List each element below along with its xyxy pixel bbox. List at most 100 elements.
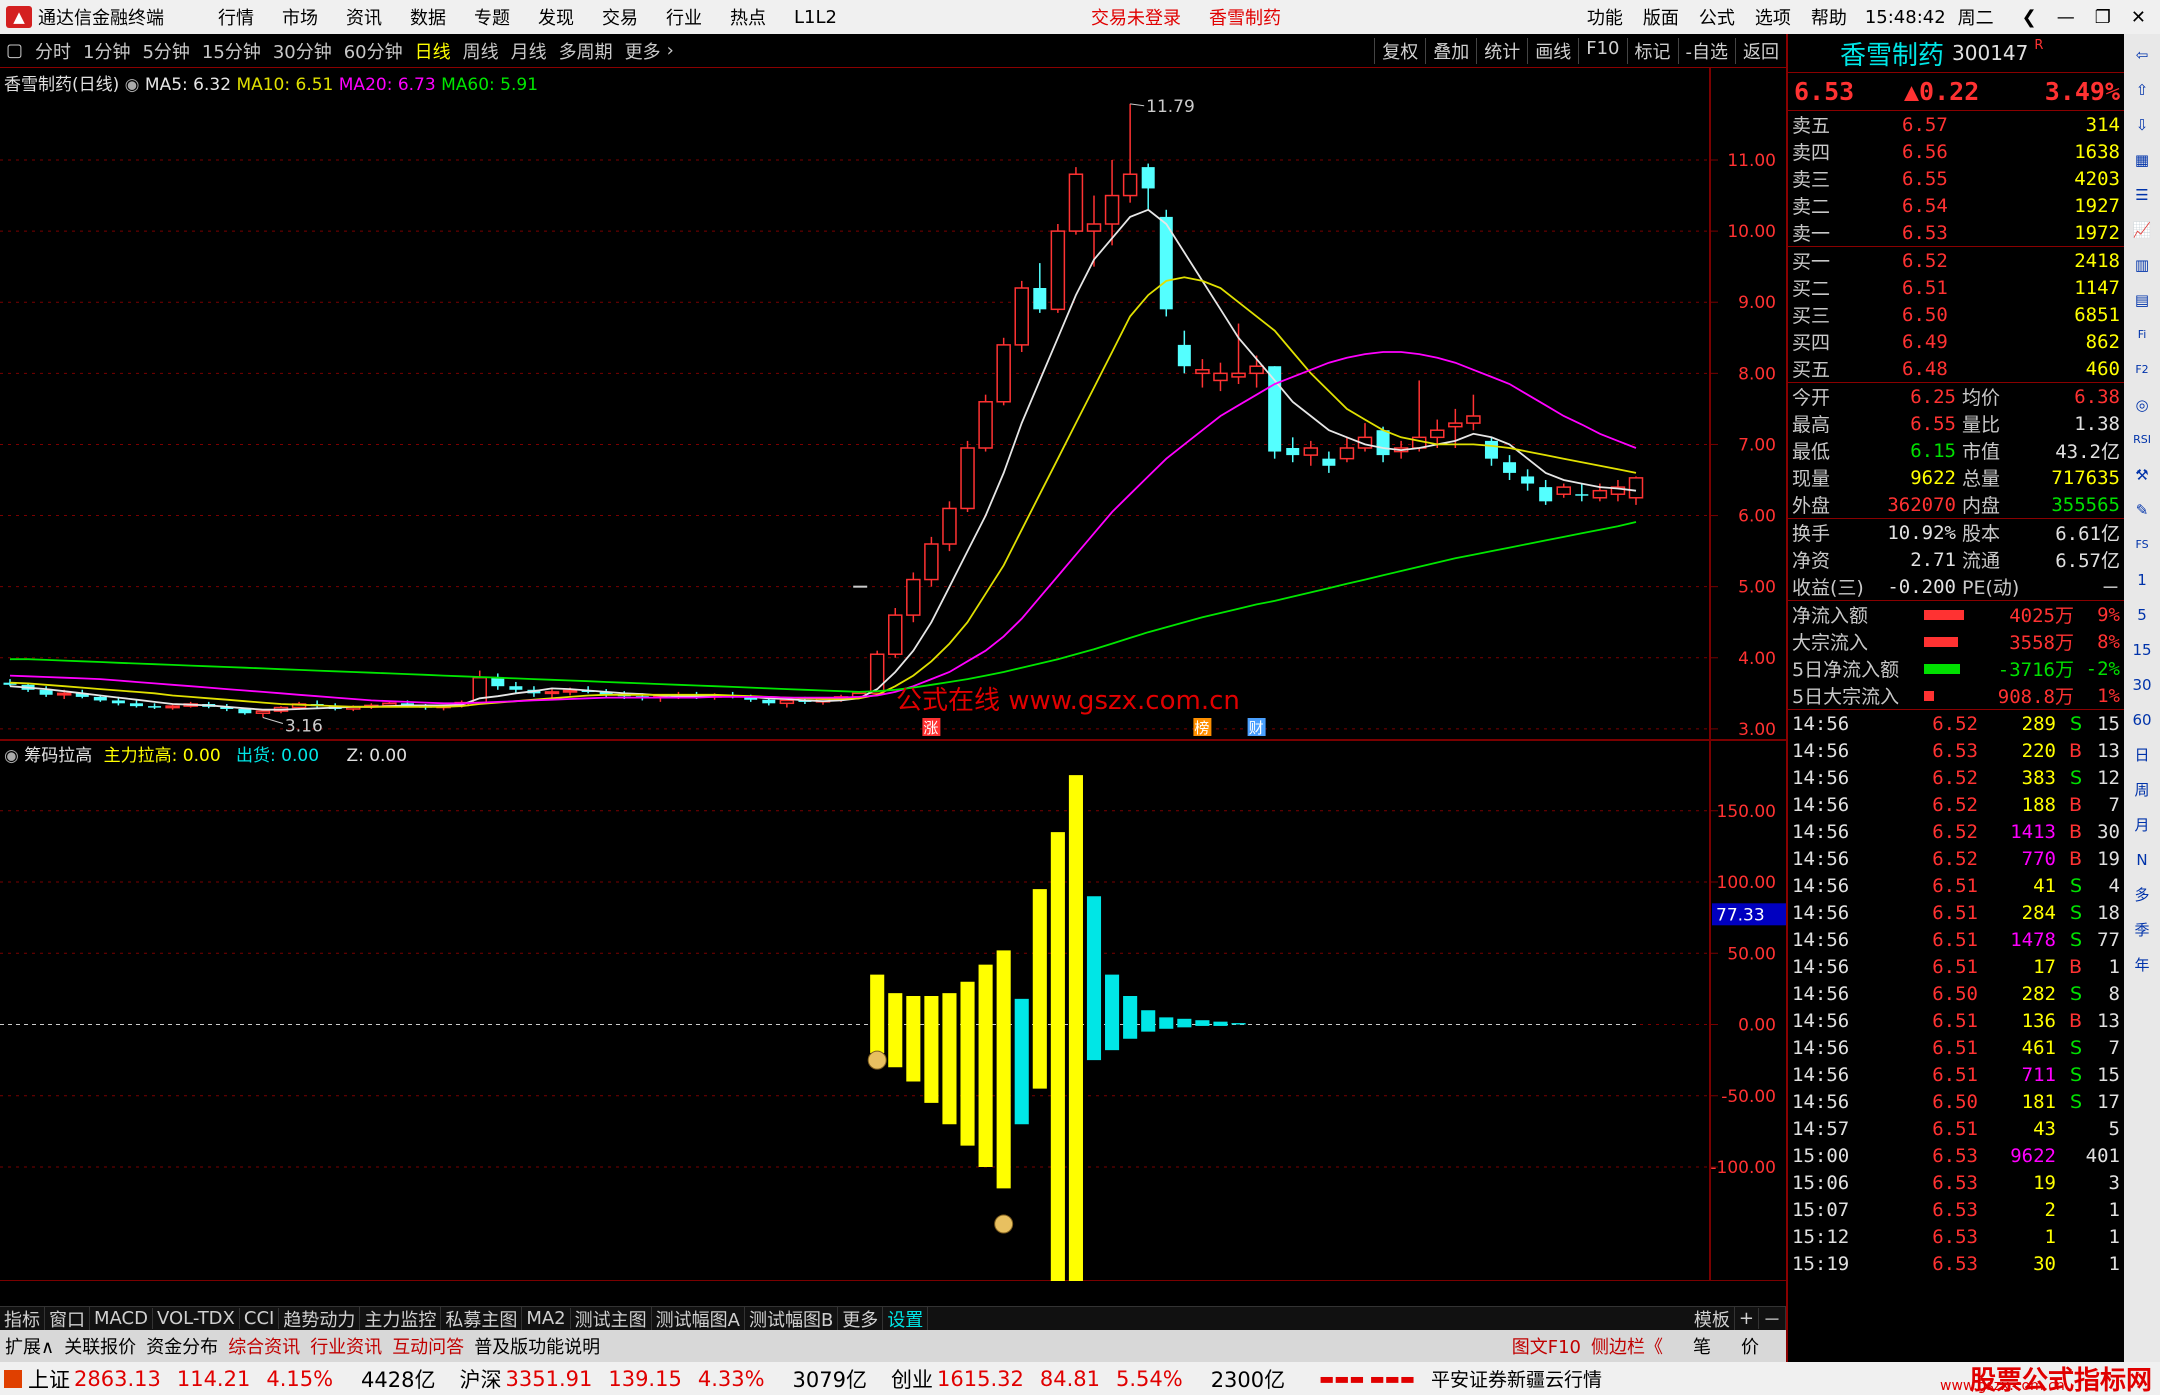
- back-icon[interactable]: ❮: [2022, 7, 2037, 28]
- tick-row[interactable]: 14:56 6.52 383 S 12: [1788, 764, 2124, 791]
- tick-row[interactable]: 14:56 6.51 711 S 15: [1788, 1061, 2124, 1088]
- stat-row[interactable]: 外盘 362070 内盘 355565: [1788, 491, 2124, 518]
- ext-侧边栏[interactable]: 侧边栏《: [1586, 1333, 1668, 1359]
- candle-icon[interactable]: ▥: [2128, 251, 2156, 279]
- menu-item-行情[interactable]: 行情: [218, 4, 254, 30]
- ask-row[interactable]: 卖三 6.55 4203: [1788, 165, 2124, 192]
- tick-row[interactable]: 14:56 6.53 220 B 13: [1788, 737, 2124, 764]
- sz-index-name[interactable]: 沪深: [460, 1364, 502, 1394]
- tick-row[interactable]: 15:06 6.53 19 3: [1788, 1169, 2124, 1196]
- period-shortcut[interactable]: 1: [2128, 566, 2156, 594]
- tool-自选[interactable]: -自选: [1677, 37, 1736, 64]
- tick-row[interactable]: 14:56 6.52 188 B 7: [1788, 791, 2124, 818]
- period-weekly[interactable]: 周线: [457, 38, 505, 64]
- menu-item-资讯[interactable]: 资讯: [346, 4, 382, 30]
- period-daily[interactable]: 日线: [409, 38, 457, 64]
- menu-item-热点[interactable]: 热点: [730, 4, 766, 30]
- fin-icon[interactable]: Fi: [2128, 321, 2156, 349]
- zoom-icon[interactable]: ◎: [2128, 391, 2156, 419]
- ext-笔[interactable]: 笔: [1688, 1333, 1716, 1359]
- stat-row[interactable]: 今开 6.25 均价 6.38: [1788, 383, 2124, 410]
- menu-item-选项[interactable]: 选项: [1755, 4, 1791, 30]
- tick-row[interactable]: 15:07 6.53 2 1: [1788, 1196, 2124, 1223]
- tick-row[interactable]: 14:56 6.50 181 S 17: [1788, 1088, 2124, 1115]
- ext-综合资讯[interactable]: 综合资讯: [223, 1333, 305, 1359]
- f2-icon[interactable]: F2: [2128, 356, 2156, 384]
- panel-toggle-icon[interactable]: ▢: [0, 40, 29, 61]
- period-shortcut[interactable]: N: [2128, 846, 2156, 874]
- tick-row[interactable]: 14:56 6.51 1478 S 77: [1788, 926, 2124, 953]
- flow-row[interactable]: 5日大宗流入 908.8万 1%: [1788, 682, 2124, 709]
- minimize-icon[interactable]: —: [2057, 7, 2075, 28]
- period-15min[interactable]: 15分钟: [196, 38, 267, 64]
- tick-row[interactable]: 15:00 6.53 9622 401: [1788, 1142, 2124, 1169]
- menu-item-发现[interactable]: 发现: [538, 4, 574, 30]
- tick-row[interactable]: 15:12 6.53 1 1: [1788, 1223, 2124, 1250]
- arrow-down-icon[interactable]: ⇩: [2128, 111, 2156, 139]
- tool-icon[interactable]: ⚒: [2128, 461, 2156, 489]
- period-shortcut[interactable]: 周: [2128, 776, 2156, 804]
- tick-row[interactable]: 14:56 6.50 282 S 8: [1788, 980, 2124, 1007]
- menu-item-行业[interactable]: 行业: [666, 4, 702, 30]
- chart-area[interactable]: 11.00 10.00 9.00 8.00 7.00 6.00 5.00 4.00 3.00 15…: [0, 68, 1786, 1324]
- ask-row[interactable]: 卖五 6.57 314: [1788, 111, 2124, 138]
- ext-图文f10[interactable]: 图文F10: [1507, 1333, 1586, 1359]
- tab-设置[interactable]: 设置: [883, 1305, 929, 1332]
- ext-扩展[interactable]: 扩展∧: [0, 1333, 59, 1359]
- legend-toggle-icon[interactable]: ◉: [125, 75, 140, 95]
- period-shortcut[interactable]: 多: [2128, 881, 2156, 909]
- tab-remove-button[interactable]: －: [1759, 1305, 1786, 1332]
- tick-row[interactable]: 14:56 6.51 284 S 18: [1788, 899, 2124, 926]
- ext-普及版功能说明[interactable]: 普及版功能说明: [469, 1333, 605, 1359]
- flow-row[interactable]: 5日净流入额 -3716万 -2%: [1788, 655, 2124, 682]
- period-shortcut[interactable]: 60: [2128, 706, 2156, 734]
- stat-row[interactable]: 最高 6.55 量比 1.38: [1788, 410, 2124, 437]
- period-shortcut[interactable]: 年: [2128, 951, 2156, 979]
- tick-row[interactable]: 15:19 6.53 30 1: [1788, 1250, 2124, 1277]
- tick-row[interactable]: 14:57 6.51 43 5: [1788, 1115, 2124, 1142]
- bid-row[interactable]: 买四 6.49 862: [1788, 328, 2124, 355]
- fs-icon[interactable]: FS: [2128, 531, 2156, 559]
- ext-关联报价[interactable]: 关联报价: [59, 1333, 141, 1359]
- f10-icon[interactable]: ▤: [2128, 286, 2156, 314]
- status-icon[interactable]: [4, 1369, 22, 1388]
- grid-icon[interactable]: ▦: [2128, 146, 2156, 174]
- tab-指标[interactable]: 指标: [0, 1305, 45, 1332]
- list-icon[interactable]: ☰: [2128, 181, 2156, 209]
- menu-item-l1l2[interactable]: L1L2: [794, 7, 837, 28]
- period-shortcut[interactable]: 15: [2128, 636, 2156, 664]
- tab-add-button[interactable]: +: [1735, 1308, 1759, 1329]
- pen-icon[interactable]: ✎: [2128, 496, 2156, 524]
- bid-row[interactable]: 买三 6.50 6851: [1788, 301, 2124, 328]
- period-分时[interactable]: 分时: [29, 38, 77, 64]
- menu-item-版面[interactable]: 版面: [1643, 4, 1679, 30]
- menu-item-公式[interactable]: 公式: [1699, 4, 1735, 30]
- bid-row[interactable]: 买五 6.48 460: [1788, 355, 2124, 382]
- tab-私募主图[interactable]: 私募主图: [441, 1305, 523, 1332]
- bid-row[interactable]: 买二 6.51 1147: [1788, 274, 2124, 301]
- tab-测试主图[interactable]: 测试主图: [571, 1305, 652, 1332]
- period-multi[interactable]: 多周期: [553, 38, 619, 64]
- tick-list[interactable]: 14:56 6.52 289 S 15 14:56 6.53 220 B 13 14:56 6.52 3…: [1788, 709, 2124, 1277]
- ask-row[interactable]: 卖二 6.54 1927: [1788, 192, 2124, 219]
- stat-row[interactable]: 最低 6.15 市值 43.2亿: [1788, 437, 2124, 464]
- menu-item-专题[interactable]: 专题: [474, 4, 510, 30]
- tab-窗口[interactable]: 窗口: [45, 1305, 90, 1332]
- menu-item-交易[interactable]: 交易: [602, 4, 638, 30]
- period-shortcut[interactable]: 季: [2128, 916, 2156, 944]
- tick-row[interactable]: 14:56 6.51 461 S 7: [1788, 1034, 2124, 1061]
- sub-toggle-icon[interactable]: ◉: [4, 746, 19, 766]
- period-monthly[interactable]: 月线: [505, 38, 553, 64]
- tick-row[interactable]: 14:56 6.52 289 S 15: [1788, 710, 2124, 737]
- tick-row[interactable]: 14:56 6.52 770 B 19: [1788, 845, 2124, 872]
- arrow-left-icon[interactable]: ⇦: [2128, 41, 2156, 69]
- tool-画线[interactable]: 画线: [1527, 37, 1578, 64]
- tick-row[interactable]: 14:56 6.51 17 B 1: [1788, 953, 2124, 980]
- tool-标记[interactable]: 标记: [1626, 37, 1678, 64]
- bid-row[interactable]: 买一 6.52 2418: [1788, 247, 2124, 274]
- period-5min[interactable]: 5分钟: [136, 38, 195, 64]
- period-shortcut[interactable]: 5: [2128, 601, 2156, 629]
- tab-macd[interactable]: MACD: [90, 1308, 153, 1329]
- cy-index-name[interactable]: 创业: [891, 1364, 933, 1394]
- period-60min[interactable]: 60分钟: [338, 38, 409, 64]
